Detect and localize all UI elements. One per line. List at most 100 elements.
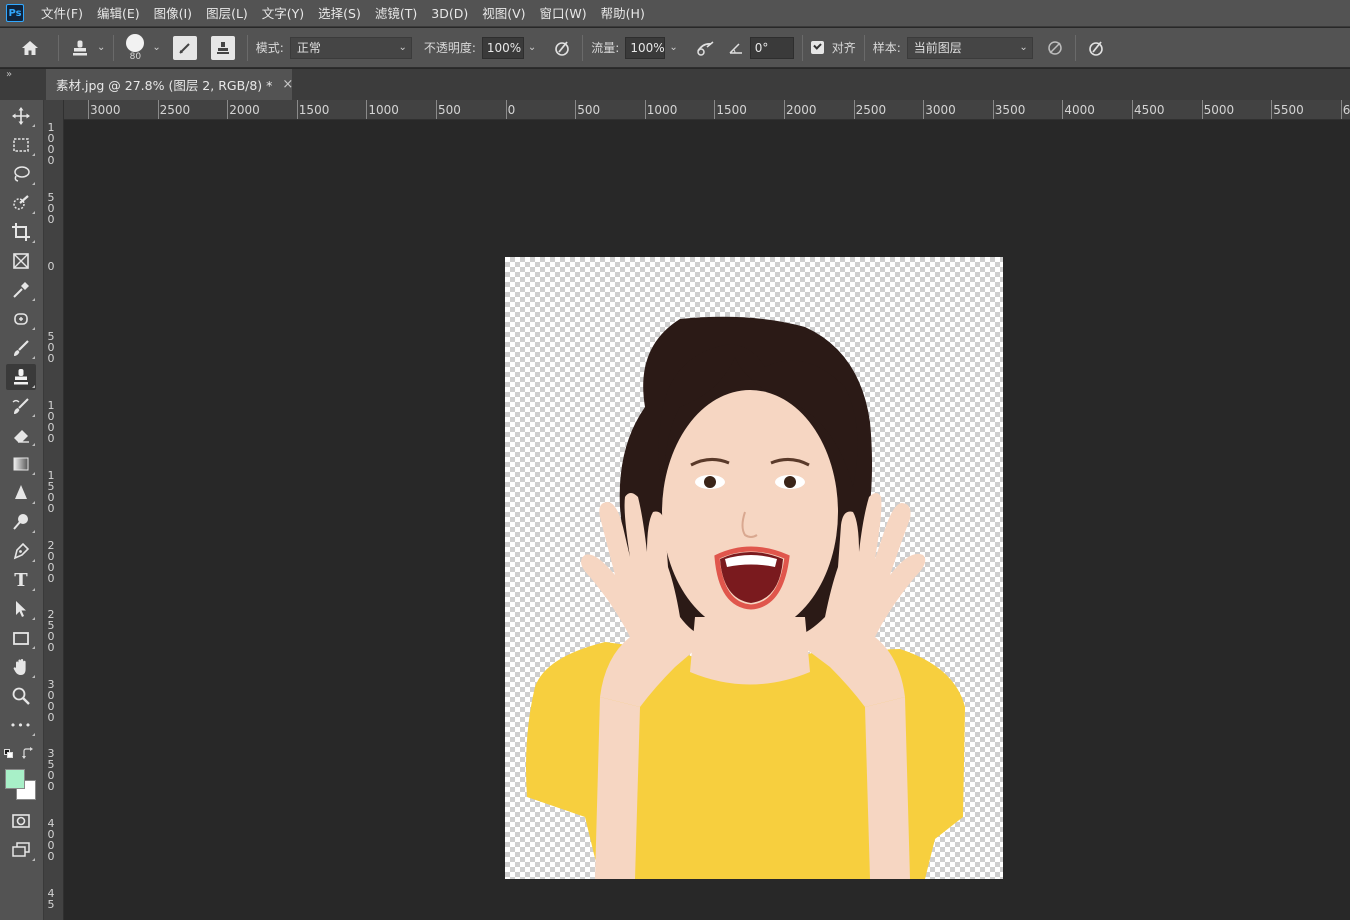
type-icon: T — [14, 569, 28, 591]
tool-group-indicator — [32, 646, 35, 649]
mode-select[interactable]: 正常 ⌄ — [289, 36, 412, 59]
zoom-tool[interactable] — [6, 683, 36, 709]
ruler-label: 500 — [47, 190, 55, 226]
ruler-label: 4000 — [47, 817, 55, 863]
ruler-tick — [1201, 100, 1203, 119]
separator — [246, 34, 248, 61]
ruler-label: 500 — [47, 329, 55, 365]
flow-slider-dropdown-icon[interactable]: ⌄ — [669, 42, 677, 53]
menu-edit[interactable]: 编辑(E) — [90, 0, 147, 27]
menu-select[interactable]: 选择(S) — [311, 0, 368, 27]
tool-group-indicator — [32, 153, 35, 156]
brush-tool[interactable] — [6, 335, 36, 361]
chevron-down-icon: ⌄ — [1019, 41, 1028, 53]
menu-view[interactable]: 视图(V) — [475, 0, 532, 27]
ruler-horizontal[interactable]: 3000 2500 2000 1500 1000 500 0 500 1000 1500 2000 2… — [64, 100, 1350, 120]
ruler-label: 6 — [1342, 103, 1350, 117]
eyedropper-tool[interactable] — [6, 277, 36, 303]
tool-group-indicator — [32, 733, 35, 736]
left-iris — [704, 476, 716, 488]
blur-icon — [15, 485, 27, 499]
photoshop-logo-icon[interactable]: Ps — [6, 4, 24, 22]
screen-mode-icon — [12, 842, 30, 857]
crop-tool[interactable] — [6, 219, 36, 245]
rectangle-icon — [13, 632, 29, 645]
flow-input[interactable]: 100% — [625, 36, 666, 59]
ruler-tick — [644, 100, 646, 119]
document-canvas[interactable] — [505, 257, 1003, 879]
tool-group-indicator — [32, 559, 35, 562]
opacity-input[interactable]: 100% — [481, 36, 524, 59]
mode-label: 模式: — [255, 41, 284, 55]
angle-input[interactable]: 0° — [749, 36, 794, 59]
ruler-tick — [1340, 100, 1342, 119]
tool-group-indicator — [32, 182, 35, 185]
menu-filter[interactable]: 滤镜(T) — [368, 0, 424, 27]
menu-layer[interactable]: 图层(L) — [199, 0, 255, 27]
move-tool[interactable] — [6, 103, 36, 129]
screen-mode-button[interactable] — [6, 837, 36, 863]
tool-preset-dropdown-icon[interactable]: ⌄ — [97, 42, 105, 53]
ruler-label: 3000 — [90, 103, 121, 117]
type-tool[interactable]: T — [6, 567, 36, 593]
collapse-toolbar-icon[interactable]: » — [6, 69, 12, 80]
canvas-workspace[interactable] — [64, 120, 1350, 920]
frame-tool[interactable] — [6, 248, 36, 274]
path-select-tool[interactable] — [6, 596, 36, 622]
airbrush-icon[interactable] — [692, 36, 718, 60]
pressure-opacity-icon[interactable] — [550, 36, 574, 60]
brush-tip-icon — [126, 33, 145, 52]
menu-type[interactable]: 文字(Y) — [255, 0, 311, 27]
separator — [113, 34, 115, 61]
tool-group-indicator — [32, 124, 35, 127]
pressure-size-icon[interactable] — [1084, 36, 1108, 60]
tool-group-indicator — [32, 211, 35, 214]
ruler-label: 1500 — [298, 103, 330, 117]
menu-window[interactable]: 窗口(W) — [533, 0, 594, 27]
home-icon[interactable] — [10, 28, 50, 68]
brush-size-picker[interactable]: 80 — [122, 33, 148, 62]
menu-3d[interactable]: 3D(D) — [424, 0, 475, 27]
ruler-tick — [436, 100, 437, 119]
close-tab-icon[interactable]: × — [282, 77, 293, 92]
opacity-slider-dropdown-icon[interactable]: ⌄ — [528, 42, 536, 53]
eraser-tool[interactable] — [6, 422, 36, 448]
clone-source-panel-icon[interactable] — [210, 35, 235, 60]
align-checkbox[interactable] — [810, 41, 824, 54]
sample-select[interactable]: 当前图层 ⌄ — [906, 36, 1033, 59]
ruler-label: 2000 — [786, 103, 817, 117]
tool-group-indicator — [32, 617, 35, 620]
document-tab[interactable]: 素材.jpg @ 27.8% (图层 2, RGB/8) * × — [46, 69, 293, 100]
history-brush-tool[interactable] — [6, 393, 36, 419]
pen-tool[interactable] — [6, 538, 36, 564]
marquee-tool[interactable] — [6, 132, 36, 158]
ruler-label: 4500 — [1134, 103, 1165, 117]
foreground-color-swatch[interactable] — [5, 769, 25, 789]
ruler-label: 500 — [577, 103, 601, 117]
menu-image[interactable]: 图像(I) — [147, 0, 199, 27]
edit-toolbar-button[interactable]: ••• — [6, 712, 36, 738]
brush-settings-panel-icon[interactable] — [172, 35, 197, 60]
brush-dropdown-icon[interactable]: ⌄ — [152, 42, 160, 53]
ignore-adjustment-layers-icon[interactable] — [1043, 36, 1067, 60]
swap-colors-icon[interactable] — [22, 747, 34, 762]
rectangle-tool[interactable] — [6, 625, 36, 651]
healing-tool[interactable] — [6, 306, 36, 332]
quick-select-tool[interactable] — [6, 190, 36, 216]
ruler-label: 1500 — [47, 469, 55, 515]
ruler-label: 2500 — [159, 103, 191, 117]
menu-help[interactable]: 帮助(H) — [594, 0, 652, 27]
clone-stamp-preset-icon[interactable] — [67, 33, 93, 63]
gradient-tool[interactable] — [6, 451, 36, 477]
blur-tool[interactable] — [6, 480, 36, 506]
hand-tool[interactable] — [6, 654, 36, 680]
menu-file[interactable]: 文件(F) — [34, 0, 90, 27]
dodge-tool[interactable] — [6, 509, 36, 535]
quick-mask-button[interactable] — [6, 808, 36, 834]
lasso-tool[interactable] — [6, 161, 36, 187]
sample-value: 当前图层 — [913, 40, 962, 55]
default-colors-icon[interactable] — [4, 749, 13, 758]
separator — [58, 34, 59, 61]
ruler-vertical[interactable]: 1000 500 0 500 1000 1500 2000 2500 3000 3500 4000 4… — [44, 100, 64, 920]
clone-stamp-tool[interactable] — [6, 364, 36, 390]
